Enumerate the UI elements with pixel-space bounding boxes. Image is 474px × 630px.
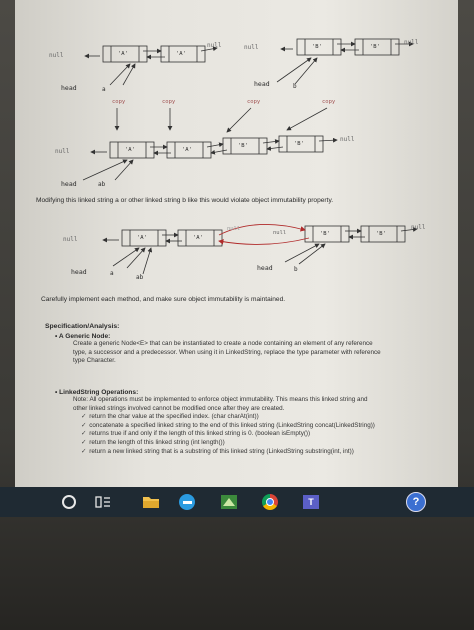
- spec-item-title: • LinkedString Operations:: [55, 389, 139, 396]
- node-description: Create a generic Node<E> that can be ins…: [73, 340, 450, 366]
- node-value: 'B': [312, 44, 322, 50]
- document-page: null 'A' 'A' null head a null 'B' 'B' nu…: [15, 0, 458, 487]
- var-label: b: [294, 266, 298, 273]
- spec-item-node: • A Generic Node: Create a generic Node<…: [55, 333, 450, 366]
- node-value: 'A': [125, 147, 135, 153]
- node-value: 'A': [176, 51, 186, 57]
- null-label: null: [244, 44, 259, 51]
- task-view-icon[interactable]: [92, 491, 114, 513]
- var-label: a: [102, 86, 106, 93]
- operations-list: ✓ return the char value at the specified …: [81, 413, 450, 456]
- edge-icon[interactable]: [176, 491, 198, 513]
- operation-item: ✓ concatenate a specified linked string t…: [81, 422, 450, 431]
- node-title: A Generic Node:: [58, 333, 111, 340]
- copy-arrows: [114, 107, 328, 133]
- copy-label: copy: [247, 99, 261, 105]
- node-value: 'B': [370, 44, 380, 50]
- var-label: ab: [98, 181, 106, 188]
- head-label: head: [257, 264, 273, 272]
- spec-item-operations: • LinkedString Operations: Note: All ope…: [55, 389, 450, 456]
- operation-text: return a new linked string that is a sub…: [89, 447, 354, 455]
- head-label: head: [61, 84, 77, 92]
- null-label: null: [49, 52, 64, 59]
- node-value: 'A': [118, 51, 128, 57]
- operation-item: ✓ return the char value at the specified …: [81, 413, 450, 422]
- photo-background: null 'A' 'A' null head a null 'B' 'B' nu…: [0, 0, 474, 630]
- node-value: 'B': [294, 141, 304, 147]
- null-label: null: [340, 136, 355, 143]
- head-label: head: [71, 268, 87, 276]
- node-value: 'B': [238, 143, 248, 149]
- chrome-icon[interactable]: [259, 491, 281, 513]
- null-label: null: [404, 39, 419, 46]
- spec-heading: Specification/Analysis:: [45, 323, 120, 330]
- app-green-icon[interactable]: [218, 491, 240, 513]
- list-b-top: [276, 38, 414, 85]
- operations-note: Note: All operations must be implemented…: [73, 396, 450, 413]
- note-line: Note: All operations must be implemented…: [73, 396, 368, 403]
- operation-text: return the length of this linked string …: [89, 438, 225, 446]
- head-label: head: [61, 180, 77, 188]
- var-label: a: [110, 270, 114, 277]
- node-value: 'B': [376, 231, 386, 237]
- operation-text: return the char value at the specified i…: [89, 413, 259, 421]
- node-value: 'A': [182, 147, 192, 153]
- spec-item-title: • A Generic Node:: [55, 333, 111, 340]
- diagram-area: [82, 38, 418, 275]
- teams-icon[interactable]: T: [300, 491, 322, 513]
- null-label: null: [207, 42, 222, 49]
- var-label: b: [293, 83, 297, 90]
- help-icon[interactable]: ?: [405, 491, 427, 513]
- var-label: ab: [136, 274, 144, 281]
- start-circle-icon[interactable]: [58, 491, 80, 513]
- null-label: null: [55, 148, 70, 155]
- operation-text: returns true if and only if the length o…: [89, 430, 311, 438]
- check-icon: ✓: [81, 421, 87, 429]
- teams-letter: T: [303, 495, 319, 509]
- copy-label: copy: [322, 99, 336, 105]
- description-line: type, a successor and a predecessor. Whe…: [73, 348, 381, 356]
- operations-title: LinkedString Operations:: [59, 389, 139, 396]
- null-label: null: [227, 226, 241, 232]
- node-value: 'A': [137, 235, 147, 241]
- copy-label: copy: [112, 99, 126, 105]
- operation-item: ✓ return the length of this linked string…: [81, 439, 450, 448]
- operation-item: ✓ return a new linked string that is a su…: [81, 448, 450, 457]
- description-line: type Character.: [73, 357, 116, 365]
- null-label: null: [63, 236, 78, 243]
- instruction-text: Carefully implement each method, and mak…: [41, 296, 286, 303]
- note-line: other linked strings involved cannot be …: [73, 404, 285, 412]
- file-explorer-icon[interactable]: [140, 491, 162, 513]
- caption-text: Modifying this linked string a or other …: [36, 197, 334, 204]
- operation-item: ✓ returns true if and only if the length …: [81, 430, 450, 439]
- null-label: null: [411, 224, 426, 231]
- head-label: head: [254, 80, 270, 88]
- check-icon: ✓: [81, 447, 87, 455]
- description-line: Create a generic Node<E> that can be ins…: [73, 340, 373, 347]
- null-label: null: [273, 230, 287, 236]
- check-icon: ✓: [81, 413, 87, 421]
- check-icon: ✓: [81, 430, 87, 438]
- windows-taskbar: T ?: [0, 487, 474, 517]
- operation-text: concatenate a specified linked string to…: [89, 421, 375, 429]
- copy-label: copy: [162, 99, 176, 105]
- node-value: 'B': [320, 231, 330, 237]
- node-value: 'A': [193, 235, 203, 241]
- list-a-top: [84, 45, 218, 86]
- check-icon: ✓: [81, 438, 87, 446]
